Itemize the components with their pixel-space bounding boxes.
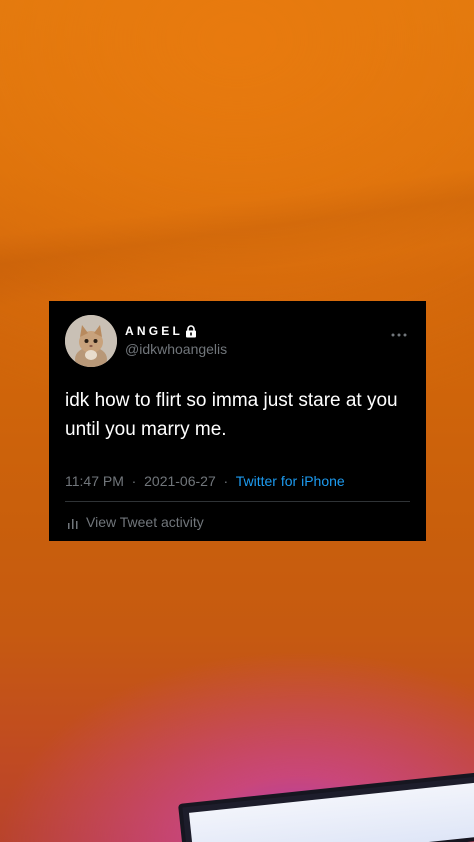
meta-separator: · <box>219 473 233 489</box>
display-name[interactable]: ANGEL <box>125 324 183 338</box>
tweet-date[interactable]: 2021-06-27 <box>144 473 216 489</box>
tweet-time[interactable]: 11:47 PM <box>65 473 124 489</box>
tweet-meta: 11:47 PM · 2021-06-27 · Twitter for iPho… <box>65 473 345 489</box>
more-icon[interactable] <box>390 325 408 337</box>
tweet-text: idk how to flirt so imma just stare at y… <box>65 390 398 440</box>
user-handle[interactable]: @idkwhoangelis <box>125 341 227 357</box>
lock-icon <box>185 324 197 338</box>
kitten-avatar-icon <box>65 315 117 367</box>
view-tweet-activity-button[interactable]: View Tweet activity <box>67 513 204 531</box>
avatar[interactable] <box>65 315 117 367</box>
display-name-row: ANGEL <box>125 323 197 339</box>
meta-separator: · <box>127 473 141 489</box>
tweet-card[interactable]: ANGEL @idkwhoangelis idk how to flirt so… <box>49 301 426 541</box>
background-monitor <box>178 771 474 842</box>
tweet-source-link[interactable]: Twitter for iPhone <box>236 473 345 489</box>
view-tweet-activity-label: View Tweet activity <box>86 514 204 530</box>
bar-chart-icon <box>67 516 79 529</box>
monitor-screen <box>188 782 474 842</box>
divider <box>65 501 410 502</box>
